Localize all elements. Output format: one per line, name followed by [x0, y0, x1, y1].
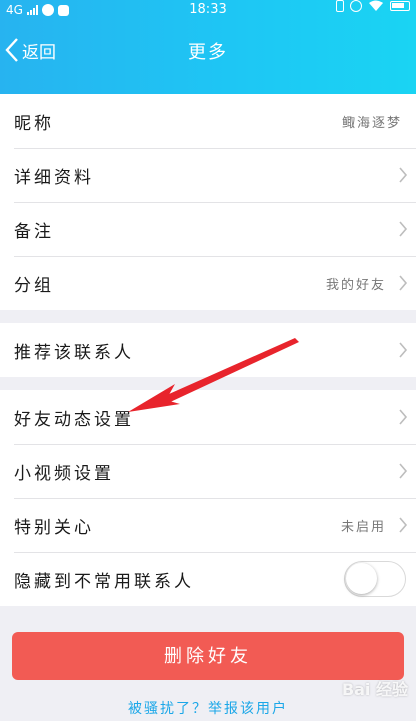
chevron-right-icon: [399, 342, 408, 358]
row-friend-feed-settings[interactable]: 好友动态设置: [0, 390, 416, 444]
chevron-right-icon: [399, 409, 408, 425]
toggle-knob: [346, 563, 377, 594]
row-label: 小视频设置: [14, 463, 114, 484]
wifi-icon: [369, 0, 383, 11]
row-label: 昵称: [14, 113, 54, 134]
row-label: 特别关心: [14, 517, 94, 538]
status-bar: 4G 18:33: [0, 0, 416, 20]
nav-bar: 返回 更多: [0, 24, 416, 76]
chevron-right-icon: [399, 517, 408, 533]
row-label: 备注: [14, 221, 54, 242]
row-remark[interactable]: 备注: [0, 202, 416, 256]
report-user-link[interactable]: 被骚扰了？举报该用户: [0, 698, 416, 718]
vibrate-icon: [336, 0, 344, 12]
header: 4G 18:33 返回 更多: [0, 0, 416, 94]
hide-contact-toggle[interactable]: [344, 561, 406, 597]
row-label: 分组: [14, 275, 54, 296]
chevron-right-icon: [399, 463, 408, 479]
settings-group: 好友动态设置 小视频设置 特别关心 未启用 隐藏到不常用联系人: [0, 390, 416, 606]
chevron-right-icon: [399, 221, 408, 237]
battery-icon: [390, 1, 410, 11]
alarm-icon: [350, 0, 362, 12]
chevron-right-icon: [399, 275, 408, 291]
row-label: 好友动态设置: [14, 409, 134, 430]
recommend-group: 推荐该联系人: [0, 323, 416, 377]
profile-group: 昵称 鲰海逐梦 详细资料 备注 分组 我的好友: [0, 94, 416, 310]
row-hide-contact: 隐藏到不常用联系人: [0, 552, 416, 606]
status-right: [336, 0, 410, 12]
row-recommend-contact[interactable]: 推荐该联系人: [0, 323, 416, 377]
delete-friend-button[interactable]: 删除好友: [12, 632, 404, 680]
row-special-care[interactable]: 特别关心 未启用: [0, 498, 416, 552]
row-label: 隐藏到不常用联系人: [14, 571, 194, 592]
row-value: 我的好友: [325, 277, 386, 293]
row-group[interactable]: 分组 我的好友: [0, 256, 416, 310]
watermark: Bai 经验: [341, 680, 408, 699]
chevron-right-icon: [399, 167, 408, 183]
row-short-video-settings[interactable]: 小视频设置: [0, 444, 416, 498]
page-title: 更多: [188, 42, 228, 63]
row-label: 推荐该联系人: [14, 342, 134, 363]
row-details[interactable]: 详细资料: [0, 148, 416, 202]
row-value: 未启用: [340, 519, 386, 535]
row-label: 详细资料: [14, 167, 94, 188]
row-nickname[interactable]: 昵称 鲰海逐梦: [0, 94, 416, 148]
row-value: 鲰海逐梦: [341, 115, 402, 131]
